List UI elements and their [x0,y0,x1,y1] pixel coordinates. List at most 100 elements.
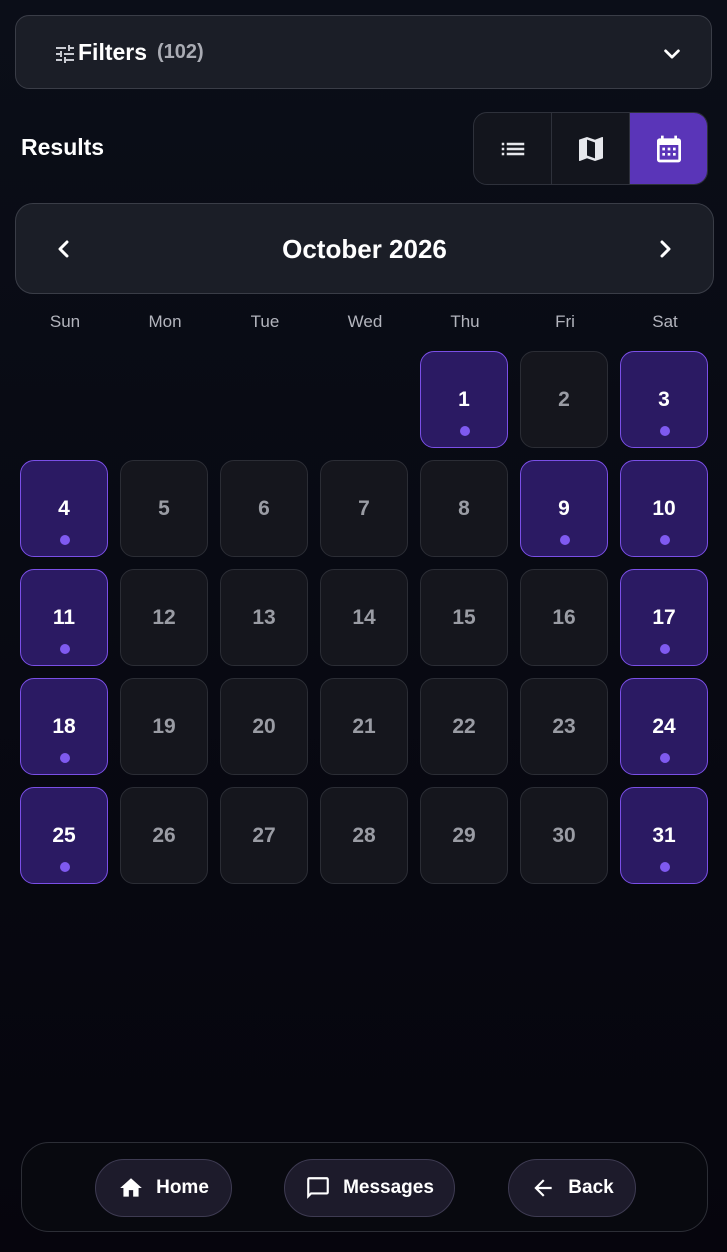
weekday-label: Thu [450,312,480,331]
calendar-day-19[interactable]: 19 [120,678,208,775]
calendar-grid: 1 2 3 4 5 6 7 8 9 10 11 12 13 14 15 16 17 18 19 20 21 22 23 24 2… [20,351,709,884]
event-indicator-dot [60,535,70,545]
day-number: 27 [252,823,276,847]
calendar-day-15[interactable]: 15 [420,569,508,666]
day-number: 30 [552,823,576,847]
calendar-day-25[interactable]: 25 [20,787,108,884]
event-indicator-dot [60,644,70,654]
day-number: 15 [452,605,476,629]
calendar-day-21[interactable]: 21 [320,678,408,775]
weekday-header: Sun Mon Tue Wed Thu Fri Sat [15,312,715,332]
day-number: 18 [52,714,76,738]
calendar-blank-cell [220,351,308,448]
day-number: 12 [152,605,176,629]
map-icon [575,133,607,165]
day-number: 3 [658,387,670,411]
back-label: Back [568,1177,614,1198]
day-number: 10 [652,496,676,520]
calendar-day-7[interactable]: 7 [320,460,408,557]
calendar-view-button[interactable] [630,113,707,184]
calendar-day-3[interactable]: 3 [620,351,708,448]
event-indicator-dot [660,753,670,763]
weekday-label: Sun [49,312,81,331]
event-indicator-dot [660,426,670,436]
list-view-button[interactable] [474,113,552,184]
messages-button[interactable]: Messages [284,1159,455,1217]
calendar-blank-cell [320,351,408,448]
event-indicator-dot [60,753,70,763]
calendar-day-22[interactable]: 22 [420,678,508,775]
calendar-day-26[interactable]: 26 [120,787,208,884]
calendar-day-18[interactable]: 18 [20,678,108,775]
event-indicator-dot [660,862,670,872]
day-number: 13 [252,605,276,629]
view-toggle [473,112,708,185]
calendar-day-24[interactable]: 24 [620,678,708,775]
calendar-day-28[interactable]: 28 [320,787,408,884]
chat-bubble-icon [305,1175,331,1201]
weekday-label: Wed [347,312,383,331]
filters-count: (102) [157,41,204,63]
weekday-label: Sat [652,312,678,331]
calendar-day-8[interactable]: 8 [420,460,508,557]
filters-label: Filters [78,39,148,65]
day-number: 8 [458,496,470,520]
day-number: 17 [652,605,676,629]
weekday-label: Mon [148,312,182,331]
calendar-day-27[interactable]: 27 [220,787,308,884]
day-number: 6 [258,496,270,520]
day-number: 21 [352,714,376,738]
calendar-day-2[interactable]: 2 [520,351,608,448]
filters-bar[interactable]: Filters (102) [15,15,712,89]
day-number: 11 [52,605,76,629]
day-number: 2 [558,387,570,411]
calendar-day-30[interactable]: 30 [520,787,608,884]
day-number: 14 [352,605,376,629]
day-number: 19 [152,714,176,738]
day-number: 26 [152,823,176,847]
day-number: 28 [352,823,376,847]
day-number: 24 [652,714,676,738]
calendar-day-31[interactable]: 31 [620,787,708,884]
month-title: October 2026 [282,234,447,264]
arrow-left-icon [530,1175,556,1201]
calendar-day-14[interactable]: 14 [320,569,408,666]
bottom-nav: Home Messages Back [21,1142,708,1232]
day-number: 7 [358,496,370,520]
event-indicator-dot [60,862,70,872]
map-view-button[interactable] [552,113,630,184]
day-number: 16 [552,605,576,629]
calendar-day-29[interactable]: 29 [420,787,508,884]
calendar-day-20[interactable]: 20 [220,678,308,775]
day-number: 25 [52,823,76,847]
calendar-day-10[interactable]: 10 [620,460,708,557]
day-number: 20 [252,714,276,738]
calendar-day-13[interactable]: 13 [220,569,308,666]
home-button[interactable]: Home [95,1159,232,1217]
day-number: 4 [58,496,70,520]
calendar-day-5[interactable]: 5 [120,460,208,557]
calendar-icon [653,133,685,165]
back-button[interactable]: Back [508,1159,636,1217]
calendar-day-23[interactable]: 23 [520,678,608,775]
calendar-day-16[interactable]: 16 [520,569,608,666]
event-indicator-dot [660,535,670,545]
month-navigator: October 2026 [15,203,714,294]
day-number: 23 [552,714,576,738]
calendar-day-6[interactable]: 6 [220,460,308,557]
calendar-day-17[interactable]: 17 [620,569,708,666]
event-indicator-dot [460,426,470,436]
calendar-day-1[interactable]: 1 [420,351,508,448]
calendar-blank-cell [20,351,108,448]
chevron-down-icon[interactable] [661,43,683,65]
calendar-day-12[interactable]: 12 [120,569,208,666]
chevron-right-icon[interactable] [653,237,677,261]
day-number: 29 [452,823,476,847]
home-label: Home [156,1177,209,1198]
results-title: Results [21,134,105,160]
tune-icon [53,42,77,66]
calendar-day-4[interactable]: 4 [20,460,108,557]
calendar-day-11[interactable]: 11 [20,569,108,666]
day-number: 31 [652,823,676,847]
calendar-day-9[interactable]: 9 [520,460,608,557]
